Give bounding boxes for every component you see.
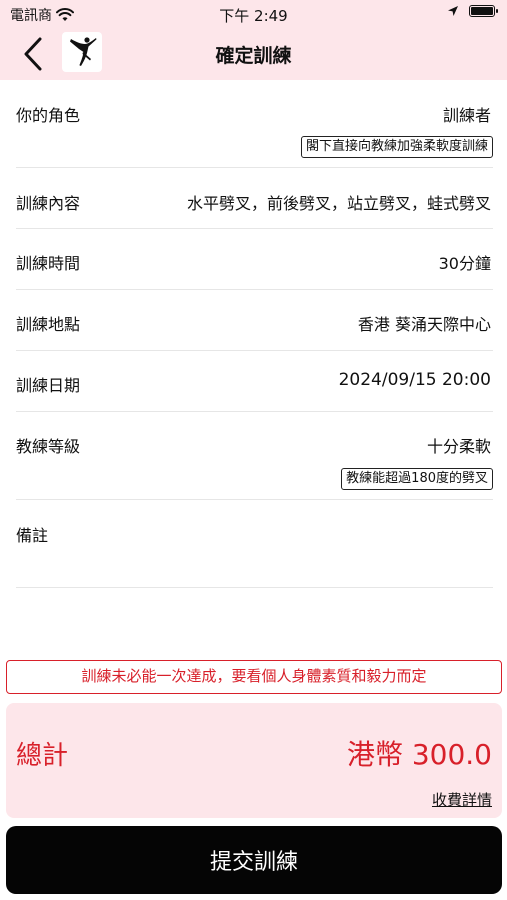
nav-bar: 確定訓練 [0, 28, 507, 80]
battery-icon [469, 5, 498, 17]
submit-training-button[interactable]: 提交訓練 [6, 826, 502, 894]
date-label: 訓練日期 [16, 376, 81, 395]
detail-row-remarks: 備註 [16, 500, 493, 588]
role-tag: 閣下直接向教練加強柔軟度訓練 [300, 136, 493, 158]
training-notice: 訓練未必能一次達成，要看個人身體素質和毅力而定 [6, 660, 502, 694]
location-value: 香港 葵涌天際中心 [357, 315, 491, 334]
role-label: 你的角色 [16, 106, 81, 125]
status-right [447, 5, 498, 17]
detail-row-level: 教練等級 十分柔軟 教練能超過180度的劈叉 [16, 412, 493, 500]
location-arrow-icon [448, 6, 458, 16]
content-value: 水平劈叉，前後劈叉，站立劈叉，蛙式劈叉 [186, 194, 491, 213]
page-title: 確定訓練 [215, 45, 292, 67]
location-label: 訓練地點 [16, 315, 81, 334]
detail-row-date: 訓練日期 2024/09/15 20:00 [16, 351, 493, 412]
detail-row-location: 訓練地點 香港 葵涌天際中心 [16, 290, 493, 351]
status-bar: 電訊商 下午 2:49 [0, 0, 507, 28]
remarks-label: 備註 [16, 526, 49, 545]
fee-details-link[interactable]: 收費詳情 [432, 789, 492, 810]
total-label: 總計 [16, 741, 69, 771]
confirm-training-screen: 電訊商 下午 2:49 確定訓練 你的角色 訓練者 閣下直接向教練加強柔軟度訓練… [0, 0, 507, 900]
duration-label: 訓練時間 [16, 254, 81, 273]
status-time: 下午 2:49 [219, 7, 288, 25]
detail-row-content: 訓練內容 水平劈叉，前後劈叉，站立劈叉，蛙式劈叉 [16, 168, 493, 229]
date-value: 2024/09/15 20:00 [338, 370, 491, 390]
total-amount: 港幣 300.0 [346, 738, 492, 771]
content-label: 訓練內容 [16, 194, 81, 213]
total-summary: 總計 港幣 300.0 收費詳情 [6, 703, 502, 818]
level-label: 教練等級 [16, 437, 81, 456]
duration-value: 30分鐘 [438, 254, 491, 273]
training-details: 你的角色 訓練者 閣下直接向教練加強柔軟度訓練 訓練內容 水平劈叉，前後劈叉，站… [0, 80, 507, 588]
header-area: 電訊商 下午 2:49 確定訓練 [0, 0, 507, 80]
detail-row-role: 你的角色 訓練者 閣下直接向教練加強柔軟度訓練 [16, 80, 493, 168]
level-value: 十分柔軟 [426, 437, 491, 456]
level-tag: 教練能超過180度的劈叉 [341, 468, 493, 490]
detail-row-duration: 訓練時間 30分鐘 [16, 229, 493, 290]
role-value: 訓練者 [442, 106, 491, 125]
